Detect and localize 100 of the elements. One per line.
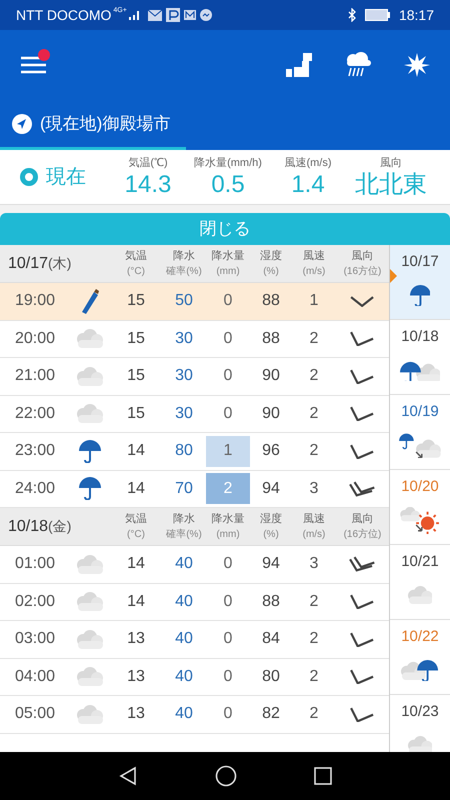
day-date: 10/23 <box>401 702 439 722</box>
metric-value: 0.5 <box>211 171 245 200</box>
precipitation-chance-cell-text: 30 <box>175 404 193 424</box>
recents-icon[interactable] <box>314 767 332 785</box>
column-header: 風速 <box>303 512 325 526</box>
metric-label: 降水量(mm/h) <box>194 156 262 171</box>
temperature-cell-text: 13 <box>127 629 145 650</box>
humidity-cell-text: 80 <box>262 666 280 687</box>
weekday-label: (金) <box>48 516 72 536</box>
temperature-cell-text: 15 <box>127 366 145 386</box>
battery-icon <box>364 9 391 21</box>
cloud-icon <box>77 667 103 686</box>
wind-direction-icon <box>350 331 375 346</box>
precipitation-cell-text: 0 <box>222 629 234 650</box>
home-icon[interactable] <box>214 765 237 787</box>
humidity-cell-text: 88 <box>262 592 280 612</box>
column-unit: (°C) <box>127 264 145 278</box>
cloud-icon <box>77 404 103 424</box>
wind-direction-icon <box>349 556 376 572</box>
humidity-cell-text: 94 <box>262 478 280 499</box>
cloud-icon <box>77 592 103 612</box>
precipitation-chance-cell-text: 40 <box>175 666 193 687</box>
precipitation-chance-cell-text: 80 <box>175 441 193 462</box>
wind-direction-icon <box>350 632 375 647</box>
wind-speed-cell-text: 2 <box>310 328 318 349</box>
date-label: 10/17 <box>8 254 48 274</box>
column-unit: (%) <box>263 264 279 278</box>
time-cell-text: 01:00 <box>14 554 56 574</box>
current-label: 現在 <box>46 165 87 190</box>
forecast-row[interactable]: 24:00 14 70 2 94 3 <box>0 470 389 508</box>
precipitation-chance-cell-text: 30 <box>175 366 193 386</box>
time-cell-text: 24:00 <box>14 478 56 499</box>
mail-icon <box>148 10 162 20</box>
precipitation-cell-text: 0 <box>222 592 234 612</box>
closed-umbrella-icon <box>82 288 98 314</box>
app-icon <box>166 8 180 22</box>
back-icon[interactable] <box>118 766 138 786</box>
column-header: 風速 <box>303 248 325 264</box>
column-header: 湿度 <box>260 512 282 526</box>
forecast-row[interactable]: 20:00 15 30 0 88 2 <box>0 320 389 358</box>
column-unit: (m/s) <box>302 264 326 278</box>
metric-label: 風速(m/s) <box>284 156 332 171</box>
precipitation-cell-text: 0 <box>222 704 234 724</box>
column-header: 気温 <box>125 512 147 526</box>
wind-speed-cell-text: 3 <box>310 478 318 499</box>
temperature-cell-text: 15 <box>127 404 145 424</box>
rain-cloud-icon[interactable] <box>344 52 372 78</box>
wind-speed-cell-text: 1 <box>310 291 318 312</box>
umbrella-icon <box>410 284 430 306</box>
time-cell-text: 05:00 <box>14 704 56 724</box>
cloud-icon <box>408 586 432 605</box>
metric-label: 風向 <box>380 156 402 171</box>
column-header: 降水量 <box>212 512 244 526</box>
time-cell-text: 19:00 <box>14 291 56 312</box>
wind-direction-icon <box>350 706 375 722</box>
column-unit: (16方位) <box>344 528 382 542</box>
day-tab[interactable]: 10/17 <box>390 245 450 320</box>
wind-direction-icon <box>350 444 375 459</box>
precipitation-cell-text: 0 <box>222 554 234 574</box>
umbrella-icon <box>79 477 101 500</box>
wind-speed-cell-text: 2 <box>310 666 318 687</box>
forecast-row[interactable]: 22:00 15 30 0 90 2 <box>0 396 389 433</box>
column-header: 湿度 <box>260 248 282 264</box>
precipitation-chance-cell-text: 30 <box>175 328 193 349</box>
wind-speed-cell-text: 2 <box>310 366 318 386</box>
humidity-cell-text: 88 <box>262 328 280 349</box>
wind-speed-cell-text: 3 <box>310 554 318 574</box>
day-date: 10/19 <box>401 402 439 422</box>
forecast-row[interactable]: 19:00 15 50 0 88 1 <box>0 283 389 320</box>
precipitation-chance-cell-text: 50 <box>175 291 193 312</box>
day-date: 10/20 <box>401 477 439 497</box>
wind-direction-icon <box>350 296 375 307</box>
blocks-icon[interactable] <box>286 53 312 77</box>
column-header: 降水 <box>173 248 195 264</box>
column-unit: 確率(%) <box>166 264 202 278</box>
metric-value: 1.4 <box>291 171 325 200</box>
day-date: 10/21 <box>401 552 439 572</box>
column-unit: (16方位) <box>344 264 382 278</box>
day-date: 10/18 <box>401 327 439 347</box>
humidity-cell-text: 82 <box>262 704 280 724</box>
menu-icon[interactable] <box>20 55 46 75</box>
umbrella-icon <box>79 440 101 463</box>
wind-speed-cell-text: 2 <box>310 704 318 724</box>
forecast-row[interactable]: 02:00 14 40 0 88 2 <box>0 584 389 621</box>
clock: 18:17 <box>398 6 434 24</box>
leaf-icon[interactable] <box>404 52 430 78</box>
temperature-cell-text: 14 <box>127 478 145 499</box>
forecast-row[interactable]: 04:00 13 40 0 80 2 <box>0 658 389 696</box>
cloud-icon <box>77 366 103 386</box>
metric-label: 気温(℃) <box>128 156 168 171</box>
wind-direction-icon <box>350 594 375 610</box>
humidity-cell-text: 84 <box>262 629 280 650</box>
wind-direction-icon <box>350 368 375 384</box>
precipitation-cell-text: 0 <box>222 366 234 386</box>
forecast-row[interactable]: 23:00 14 80 1 96 2 <box>0 433 389 470</box>
umbrella-cloud-icon <box>400 360 440 382</box>
cloud-umbrella-icon <box>401 660 439 682</box>
temperature-cell-text: 14 <box>127 441 145 462</box>
metric-value: 14.3 <box>124 171 172 200</box>
mail-icon <box>184 10 196 20</box>
